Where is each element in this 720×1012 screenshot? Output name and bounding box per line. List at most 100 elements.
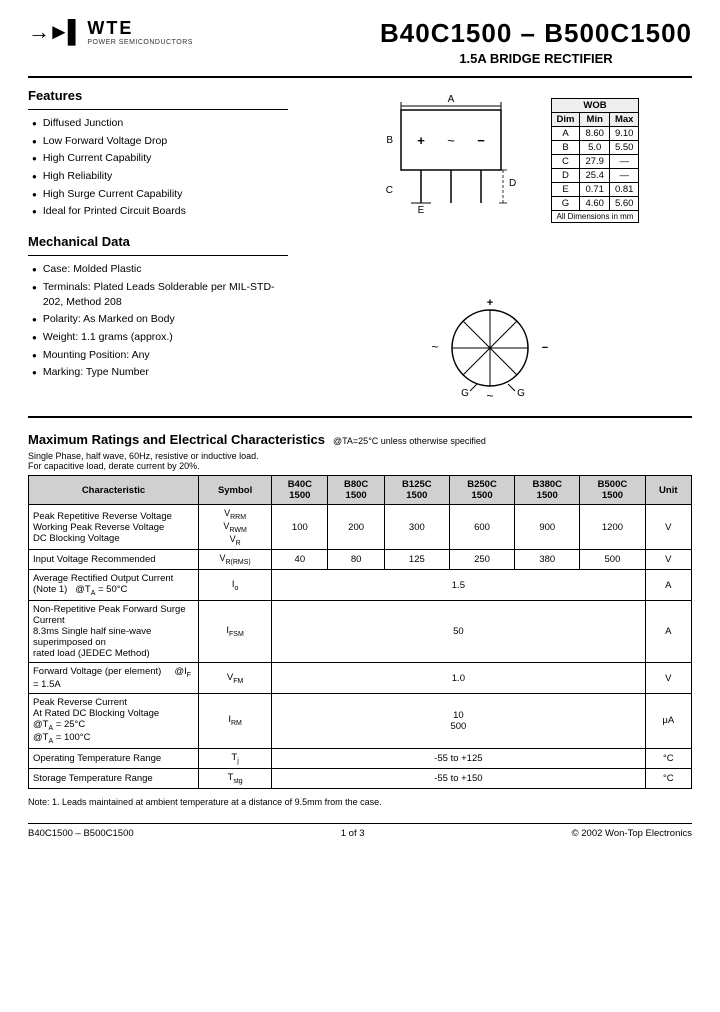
sym-peak-reverse: VRRMVRWMVR xyxy=(199,505,272,550)
features-section: Features Diffused Junction Low Forward V… xyxy=(28,88,692,406)
page-footer: B40C1500 – B500C1500 1 of 3 © 2002 Won-T… xyxy=(28,823,692,839)
mechanical-title: Mechanical Data xyxy=(28,234,288,249)
dim-table: WOB Dim Min Max A8.609.10 B5.05.50 C27.9 xyxy=(551,98,640,223)
unit-irm: μA xyxy=(645,693,691,748)
svg-text:−: − xyxy=(477,133,485,148)
svg-text:−: − xyxy=(542,342,548,354)
dim-row-c: C27.9— xyxy=(551,155,639,169)
col-unit: Unit xyxy=(645,476,691,505)
svg-text:~: ~ xyxy=(486,389,493,403)
col-b80c: B80C1500 xyxy=(328,476,384,505)
sub-title: 1.5A BRIDGE RECTIFIER xyxy=(380,51,692,66)
features-title: Features xyxy=(28,88,288,103)
val-storage-temp: -55 to +150 xyxy=(272,768,645,788)
unit-rrm: V xyxy=(645,505,691,550)
char-input-voltage: Input Voltage Recommended xyxy=(29,550,199,570)
val-irm: 10500 xyxy=(272,693,645,748)
row-reverse-current: Peak Reverse Current At Rated DC Blockin… xyxy=(29,693,692,748)
char-irm: Peak Reverse Current At Rated DC Blockin… xyxy=(29,693,199,748)
row-input-voltage: Input Voltage Recommended VR(RMS) 40 80 … xyxy=(29,550,692,570)
title-divider xyxy=(28,76,692,78)
feature-item-2: Low Forward Voltage Drop xyxy=(32,134,288,149)
val-b40c-rms: 40 xyxy=(272,550,328,570)
mech-item-2: Terminals: Plated Leads Solderable per M… xyxy=(32,280,288,309)
sym-storage-temp: Tstg xyxy=(199,768,272,788)
svg-text:~: ~ xyxy=(431,340,438,354)
char-avg-current: Average Rectified Output Current (Note 1… xyxy=(29,570,199,601)
sym-surge: IFSM xyxy=(199,601,272,663)
dim-table-header: WOB xyxy=(551,99,639,113)
features-col: Features Diffused Junction Low Forward V… xyxy=(28,88,288,406)
footer-left: B40C1500 – B500C1500 xyxy=(28,828,134,839)
col-b125c: B125C1500 xyxy=(384,476,449,505)
val-b500c-rms: 500 xyxy=(580,550,645,570)
val-op-temp: -55 to +125 xyxy=(272,748,645,768)
dim-row-g: G4.605.60 xyxy=(551,197,639,211)
dim-col-max: Max xyxy=(609,113,639,127)
val-b380c-rms: 380 xyxy=(515,550,580,570)
col-b250c: B250C1500 xyxy=(449,476,514,505)
char-op-temp: Operating Temperature Range xyxy=(29,748,199,768)
unit-avg-current: A xyxy=(645,570,691,601)
mech-item-1: Case: Molded Plastic xyxy=(32,262,288,277)
unit-rms: V xyxy=(645,550,691,570)
logo-text: WTE POWER SEMICONDUCTORS xyxy=(87,18,193,46)
section-divider xyxy=(28,416,692,418)
svg-text:C: C xyxy=(385,185,392,196)
svg-text:~: ~ xyxy=(447,133,455,148)
col-characteristic: Characteristic xyxy=(29,476,199,505)
sym-input-voltage: VR(RMS) xyxy=(199,550,272,570)
val-avg-current: 1.5 xyxy=(272,570,645,601)
svg-text:+: + xyxy=(417,133,425,148)
col-b380c: B380C1500 xyxy=(515,476,580,505)
val-fv: 1.0 xyxy=(272,663,645,694)
footer-center: 1 of 3 xyxy=(341,828,365,839)
col-symbol: Symbol xyxy=(199,476,272,505)
dim-row-d: D25.4— xyxy=(551,169,639,183)
mechanical-line xyxy=(28,255,288,256)
mech-item-3: Polarity: As Marked on Body xyxy=(32,312,288,327)
sym-fv: VFM xyxy=(199,663,272,694)
char-storage-temp: Storage Temperature Range xyxy=(29,768,199,788)
val-b380c-rrm: 900 xyxy=(515,505,580,550)
circular-diagram-svg: + − ~ ~ G G xyxy=(405,296,575,406)
mech-item-6: Marking: Type Number xyxy=(32,365,288,380)
row-storage-temp: Storage Temperature Range Tstg -55 to +1… xyxy=(29,768,692,788)
page-header: →►▌ WTE POWER SEMICONDUCTORS B40C1500 – … xyxy=(28,18,692,66)
val-b40c-rrm: 100 xyxy=(272,505,328,550)
val-b80c-rrm: 200 xyxy=(328,505,384,550)
mech-item-5: Mounting Position: Any xyxy=(32,348,288,363)
col-b500c: B500C1500 xyxy=(580,476,645,505)
val-b125c-rms: 125 xyxy=(384,550,449,570)
sym-avg-current: Io xyxy=(199,570,272,601)
logo-area: →►▌ WTE POWER SEMICONDUCTORS xyxy=(28,18,193,46)
col-b40c: B40C1500 xyxy=(272,476,328,505)
val-b500c-rrm: 1200 xyxy=(580,505,645,550)
footer-right: © 2002 Won-Top Electronics xyxy=(572,828,692,839)
max-ratings-note: @TA=25°C unless otherwise specified xyxy=(333,436,486,446)
note-text: Note: 1. Leads maintained at ambient tem… xyxy=(28,797,692,807)
sym-irm: IRM xyxy=(199,693,272,748)
unit-storage-temp: °C xyxy=(645,768,691,788)
max-ratings-title: Maximum Ratings and Electrical Character… xyxy=(28,432,325,447)
feature-item-6: Ideal for Printed Circuit Boards xyxy=(32,204,288,219)
char-peak-reverse: Peak Repetitive Reverse Voltage Working … xyxy=(29,505,199,550)
logo-wte: WTE xyxy=(87,18,193,39)
val-b80c-rms: 80 xyxy=(328,550,384,570)
row-surge-current: Non-Repetitive Peak Forward Surge Curren… xyxy=(29,601,692,663)
feature-item-4: High Reliability xyxy=(32,169,288,184)
unit-surge: A xyxy=(645,601,691,663)
dim-row-a: A8.609.10 xyxy=(551,127,639,141)
svg-text:E: E xyxy=(417,205,424,216)
circular-diagram: + − ~ ~ G G xyxy=(405,296,575,406)
diagram-container: A B + ~ − C E D xyxy=(341,88,640,288)
diagram-col: A B + ~ − C E D xyxy=(288,88,692,406)
row-peak-reverse: Peak Repetitive Reverse Voltage Working … xyxy=(29,505,692,550)
dim-row-b: B5.05.50 xyxy=(551,141,639,155)
dim-footnote: All Dimensions in mm xyxy=(551,211,639,223)
row-forward-voltage: Forward Voltage (per element) @IF = 1.5A… xyxy=(29,663,692,694)
val-b250c-rms: 250 xyxy=(449,550,514,570)
ratings-table: Characteristic Symbol B40C1500 B80C1500 … xyxy=(28,475,692,789)
features-list: Diffused Junction Low Forward Voltage Dr… xyxy=(32,116,288,219)
val-b125c-rrm: 300 xyxy=(384,505,449,550)
